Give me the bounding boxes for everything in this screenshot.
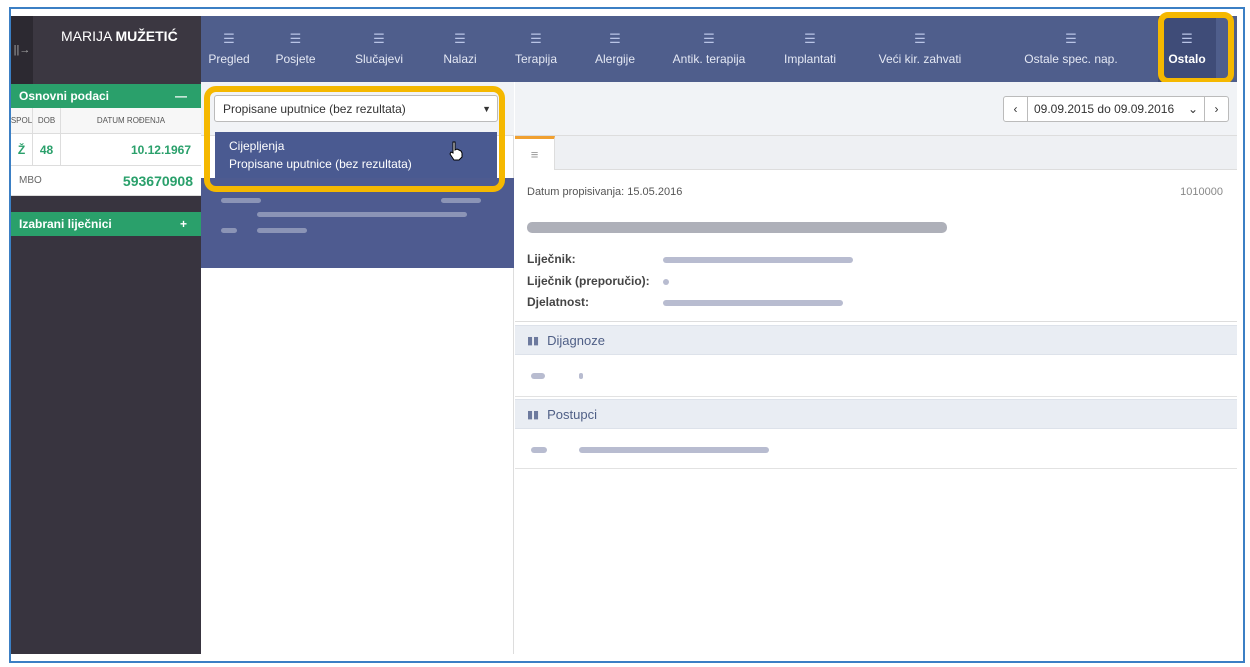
- sidebar-toggle-icon[interactable]: ||→: [11, 16, 33, 84]
- top-navigation: ☰ Pregled ☰ Posjete ☰ Slučajevi ☰ Nalazi ☰ Te…: [201, 16, 1237, 82]
- diagnoses-header: ▮▮ Dijagnoze: [515, 325, 1237, 355]
- procedures-header: ▮▮ Postupci: [515, 399, 1237, 429]
- nav-label: Alergije: [594, 52, 636, 66]
- list-icon: ☰: [1065, 31, 1077, 46]
- value-datum-rodenja: 10.12.1967: [130, 142, 191, 157]
- basic-info-table: SPOL DOB DATUM ROĐENJA Ž 48 10.12.1967 M…: [11, 108, 201, 196]
- field-doctor: Liječnik:: [527, 252, 576, 266]
- list-icon: ☰: [609, 31, 621, 46]
- nav-label: Implantati: [783, 52, 837, 66]
- nav-label: Terapija: [514, 52, 558, 66]
- mbo-label: MBO: [19, 175, 42, 186]
- nav-item-posjete[interactable]: ☰ Posjete: [257, 16, 334, 82]
- value-spol: Ž: [11, 134, 33, 165]
- list-icon: ☰: [289, 31, 302, 46]
- field-referring-doctor: Liječnik (preporučio):: [527, 274, 650, 288]
- column-spol: SPOL: [11, 108, 33, 133]
- list-icon: ☰: [223, 31, 235, 46]
- list-icon: ☰: [804, 31, 816, 46]
- nav-item-pregled[interactable]: ☰ Pregled: [201, 16, 257, 82]
- mbo-value: 593670908: [122, 172, 193, 189]
- expand-icon[interactable]: +: [180, 217, 187, 231]
- nav-item-antik-terapija[interactable]: ☰ Antik. terapija: [654, 16, 764, 82]
- nav-item-terapija[interactable]: ☰ Terapija: [496, 16, 576, 82]
- list-icon: ☰: [914, 31, 926, 46]
- date-range-label: 09.09.2015 do 09.09.2016: [1034, 102, 1175, 116]
- list-icon: ☰: [703, 31, 715, 46]
- info-table-values: Ž 48 10.12.1967: [11, 134, 201, 166]
- column-datum-rodenja: DATUM ROĐENJA: [96, 116, 166, 125]
- mbo-row: MBO 593670908: [11, 166, 201, 196]
- chevron-down-icon: ⌄: [1187, 102, 1198, 116]
- patient-last-name: MUŽETIĆ: [115, 28, 178, 44]
- nav-item-implantati[interactable]: ☰ Implantati: [764, 16, 856, 82]
- list-icon: ≡: [530, 147, 539, 162]
- nav-label: Pregled: [208, 52, 250, 66]
- date-range-control: ‹ 09.09.2015 do 09.09.2016 ⌄ ›: [1003, 96, 1229, 122]
- nav-label: Antik. terapija: [672, 52, 746, 66]
- field-department: Djelatnost:: [527, 295, 590, 309]
- nav-item-slucajevi[interactable]: ☰ Slučajevi: [334, 16, 424, 82]
- value-dob: 48: [33, 134, 61, 165]
- date-range-select[interactable]: 09.09.2015 do 09.09.2016 ⌄: [1028, 97, 1204, 121]
- next-period-button[interactable]: ›: [1204, 97, 1228, 121]
- record-title-redacted: [527, 222, 947, 233]
- chosen-doctors-title: Izabrani liječnici: [19, 217, 112, 231]
- procedures-title: Postupci: [547, 406, 597, 422]
- info-table-header: SPOL DOB DATUM ROĐENJA: [11, 108, 201, 134]
- date-range-bar: ‹ 09.09.2015 do 09.09.2016 ⌄ ›: [515, 82, 1237, 136]
- nav-label: Posjete: [275, 52, 316, 66]
- list-icon: ☰: [530, 31, 542, 46]
- nav-label: Ostale spec. nap.: [1024, 52, 1118, 66]
- book-icon: ▮▮: [527, 334, 540, 347]
- basic-info-header[interactable]: Osnovni podaci —: [11, 84, 201, 108]
- nav-label: Slučajevi: [354, 52, 404, 66]
- book-icon: ▮▮: [527, 408, 540, 421]
- highlight-ostalo: [1158, 12, 1234, 84]
- detail-card: Datum propisivanja: 15.05.2016 1010000 L…: [515, 170, 1237, 322]
- nav-item-veci-kir-zahvati[interactable]: ☰ Veći kir. zahvati: [856, 16, 984, 82]
- nav-item-nalazi[interactable]: ☰ Nalazi: [424, 16, 496, 82]
- prev-period-button[interactable]: ‹: [1004, 97, 1028, 121]
- column-dob: DOB: [33, 108, 61, 133]
- chosen-doctors-header[interactable]: Izabrani liječnici +: [11, 212, 201, 236]
- detail-tabbar: ≡: [515, 136, 1237, 170]
- highlight-dropdown: [204, 86, 505, 192]
- list-icon: ☰: [454, 31, 466, 46]
- list-icon: ☰: [373, 31, 385, 46]
- nav-label: Nalazi: [443, 52, 477, 66]
- nav-item-ostale-spec-nap[interactable]: ☰ Ostale spec. nap.: [984, 16, 1158, 82]
- hand-cursor-icon: [449, 141, 463, 161]
- record-code: 1010000: [1180, 186, 1223, 198]
- basic-info-title: Osnovni podaci: [19, 89, 110, 103]
- diagnoses-title: Dijagnoze: [547, 332, 605, 348]
- patient-first-name: MARIJA: [61, 28, 112, 44]
- nav-item-alergije[interactable]: ☰ Alergije: [576, 16, 654, 82]
- patient-name: MARIJA MUŽETIĆ: [33, 16, 201, 84]
- tab-list[interactable]: ≡: [515, 136, 555, 170]
- prescription-date: Datum propisivanja: 15.05.2016: [527, 186, 683, 198]
- nav-label: Veći kir. zahvati: [878, 52, 962, 66]
- detail-panel: ‹ 09.09.2015 do 09.09.2016 ⌄ › ≡ Datum p…: [515, 82, 1237, 654]
- collapse-icon[interactable]: —: [175, 89, 187, 103]
